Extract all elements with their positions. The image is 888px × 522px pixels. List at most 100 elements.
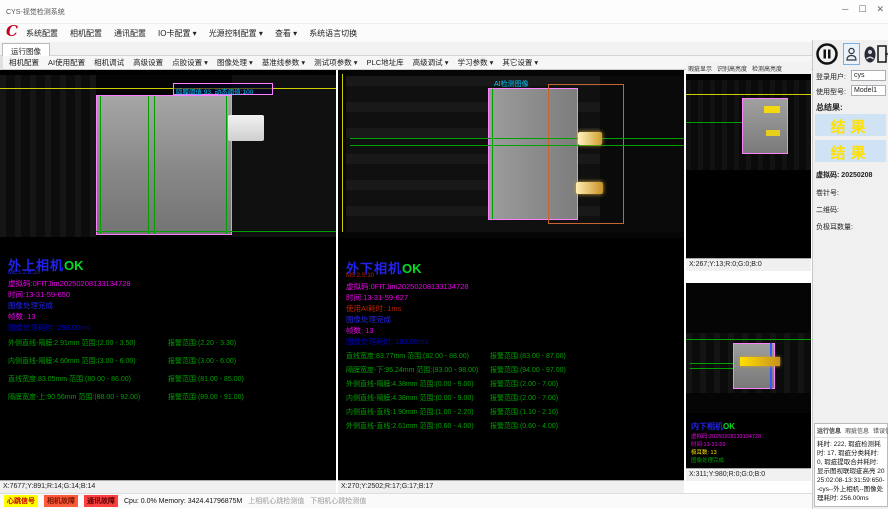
exit-button[interactable] xyxy=(877,44,888,64)
threshold-overlay-box: 隔膜阈值:93, 动态阈值:100 xyxy=(173,83,273,95)
info-text: 耗时: 222, 瑕疵检测耗时: 17, 瑕疵分类耗时: 0, 瑕疵提取合并耗时… xyxy=(815,438,887,505)
middle-subtitle: MS:2,S:10 xyxy=(346,273,374,279)
ai-roi-rect xyxy=(548,84,624,224)
thumb-tab-recognition[interactable]: 识别高亮度 xyxy=(717,64,747,73)
camera-fault-badge: 相机故障 xyxy=(44,495,78,507)
menu-view[interactable]: 查看 ▾ xyxy=(275,28,297,39)
left-frame: 帧数: 13 xyxy=(8,311,36,322)
thumb2-result-title: 内下相机OK xyxy=(691,421,735,432)
thumb2-line4: 图像处理完成 xyxy=(691,456,724,464)
menu-light-config[interactable]: 光源控制配置 ▾ xyxy=(209,28,263,39)
film-edge-line-4 xyxy=(226,96,227,234)
thumb-tab-defect-display[interactable]: 瑕疵显示 xyxy=(688,64,712,73)
menu-system-config[interactable]: 系统配置 xyxy=(26,28,58,39)
film-edge-line-1 xyxy=(100,96,101,234)
lower-cam-heartbeat: 下相机心跳检测值 xyxy=(310,496,366,506)
tab-run-image[interactable]: 运行图像 xyxy=(2,43,50,56)
status-bar: 心跳信号 相机故障 通讯故障 Cpu: 0.0% Memory: 3424.41… xyxy=(0,493,812,508)
app-logo-icon: C xyxy=(6,22,18,40)
separator-film-region xyxy=(96,95,232,235)
window-title: CYS-视觉检测系统 xyxy=(6,7,65,17)
result-badge-2: 结果 xyxy=(815,140,886,162)
measurement-row: 隔膜宽度-下:95.24mm 范围:(93.00 - 98.00) xyxy=(346,365,478,375)
tool-camera-config[interactable]: 相机配置 xyxy=(9,57,39,68)
left-camera-canvas[interactable]: 隔膜阈值:93, 动态阈值:100 xyxy=(0,75,336,237)
middle-elapsed: 图像处理耗时: 183.00ms xyxy=(346,336,428,347)
pause-icon xyxy=(816,43,838,65)
upper-cam-heartbeat: 上相机心跳检测值 xyxy=(248,496,304,506)
thumb-annotation-2 xyxy=(766,130,780,136)
left-barcode: 虚拟码:0FITJim20250208133134728 xyxy=(8,278,131,289)
middle-status: 图像处理完成 xyxy=(346,314,391,325)
info-tabs: 运行信息 瑕疵信息 错误信息 xyxy=(815,424,887,438)
thumb2-green-top-line xyxy=(686,339,811,340)
tool-advanced-settings[interactable]: 高级设置 xyxy=(133,57,163,68)
result-badge-1: 结果 xyxy=(815,114,886,136)
model-label: 使用型号: xyxy=(816,87,846,97)
tool-test-params[interactable]: 测试项参数 ▾ xyxy=(314,57,357,68)
thumb2-line3: 极耳数: 13 xyxy=(691,448,717,456)
barcode-value: 20250208 xyxy=(841,172,872,179)
info-tab-error[interactable]: 错误信息 xyxy=(873,426,888,435)
operator-button[interactable] xyxy=(863,45,876,63)
thumb-top-canvas[interactable] xyxy=(686,80,811,170)
tool-other-settings[interactable]: 其它设置 ▾ xyxy=(502,57,538,68)
exit-door-icon xyxy=(877,45,888,63)
thumb-bottom-coord-bar: X:311;Y:980;R:0;G:0;B:0 xyxy=(686,468,811,481)
menu-io-config[interactable]: IO卡配置 ▾ xyxy=(158,28,197,39)
tool-baseline-params[interactable]: 基准线参数 ▾ xyxy=(262,57,305,68)
tool-glue-settings[interactable]: 点胶设置 ▾ xyxy=(172,57,208,68)
user-login-button[interactable] xyxy=(843,43,860,65)
thumb-tab-detection[interactable]: 检测高亮度 xyxy=(752,64,782,73)
menu-comm-config[interactable]: 通讯配置 xyxy=(114,28,146,39)
measurement-row: 隔膜宽度-上:90.56mm 范围:(88.00 - 92.00) xyxy=(8,392,140,402)
minimize-icon[interactable]: ─ xyxy=(842,4,848,15)
measurement-alarm: 报警范围:(2.00 - 7.00) xyxy=(490,379,558,389)
green-hline-2 xyxy=(350,145,684,146)
menu-camera-config[interactable]: 相机配置 xyxy=(70,28,102,39)
heartbeat-badge: 心跳信号 xyxy=(4,495,38,507)
left-subtitle: MES:2,B:10 xyxy=(8,270,40,276)
maximize-icon[interactable]: ☐ xyxy=(858,4,866,15)
measurement-alarm: 报警范围:(3.00 - 6.00) xyxy=(168,356,236,366)
app-window: CYS-视觉检测系统 ─ ☐ ✕ C 系统配置 相机配置 通讯配置 IO卡配置 … xyxy=(0,0,888,522)
measurement-alarm: 报警范围:(0.60 - 4.00) xyxy=(490,421,558,431)
bottom-green-line xyxy=(96,231,336,232)
login-value[interactable]: cys xyxy=(851,70,886,81)
electrode-tab-2 xyxy=(576,182,603,194)
measurement-alarm: 报警范围:(2.20 - 3.30) xyxy=(168,338,236,348)
measurement-alarm: 报警范围:(81.00 - 85.00) xyxy=(168,374,244,384)
model-value[interactable]: Model1 xyxy=(851,85,886,96)
middle-camera-canvas[interactable]: AI检测图像 xyxy=(338,70,684,238)
tool-plc-address[interactable]: PLC地址库 xyxy=(367,57,404,68)
tool-ai-config[interactable]: AI使用配置 xyxy=(48,57,85,68)
connector-tab xyxy=(228,115,264,141)
info-tab-run[interactable]: 运行信息 xyxy=(817,426,841,435)
thumb-bottom-canvas[interactable] xyxy=(686,283,811,413)
measurement-alarm: 报警范围:(1.10 - 2.10) xyxy=(490,407,558,417)
qr-label: 二维码: xyxy=(816,205,839,215)
thumb-yellow-line xyxy=(686,94,811,95)
tool-advanced-debug[interactable]: 高级调试 ▾ xyxy=(413,57,449,68)
left-time: 时间:13-31-59-650 xyxy=(8,289,70,300)
measurement-row: 外侧直线-隔膜:2.91mm 范围:(2.00 - 3.50) xyxy=(8,338,136,348)
info-tab-defect[interactable]: 瑕疵信息 xyxy=(845,426,869,435)
film-edge-line xyxy=(492,89,493,219)
machinery-right-texture xyxy=(232,75,336,237)
pause-button[interactable] xyxy=(815,42,839,66)
yellow-vertical-line xyxy=(342,74,343,232)
measurement-row: 外侧直线-隔膜:4.38mm 范围:(0.00 - 9.00) xyxy=(346,379,474,389)
tool-camera-debug[interactable]: 相机调试 xyxy=(94,57,124,68)
thumb-top-coord-bar: X:267;Y:13;R:0;G:0;B:0 xyxy=(686,258,811,271)
barcode-label: 虚拟码: 20250208 xyxy=(816,170,872,180)
menu-language[interactable]: 系统语言切换 xyxy=(309,28,357,39)
close-icon[interactable]: ✕ xyxy=(876,4,884,15)
green-hline-1 xyxy=(350,138,684,139)
middle-camera-panel: AI检测图像 外下相机OK MS:2,S:10 虚拟码:0FITJim20250… xyxy=(338,70,684,493)
tool-image-processing[interactable]: 图像处理 ▾ xyxy=(217,57,253,68)
measurement-alarm: 报警范围:(83.00 - 87.00) xyxy=(490,351,566,361)
tool-learn-params[interactable]: 学习参数 ▾ xyxy=(457,57,493,68)
thumb2-line1: 虚拟码:20250208133134728 xyxy=(691,432,761,440)
measurement-row: 内侧直线-隔膜:4.60mm 范围:(3.00 - 6.00) xyxy=(8,356,136,366)
measurement-row: 内侧直线-直线:1.90mm 范围:(1.00 - 2.20) xyxy=(346,407,474,417)
